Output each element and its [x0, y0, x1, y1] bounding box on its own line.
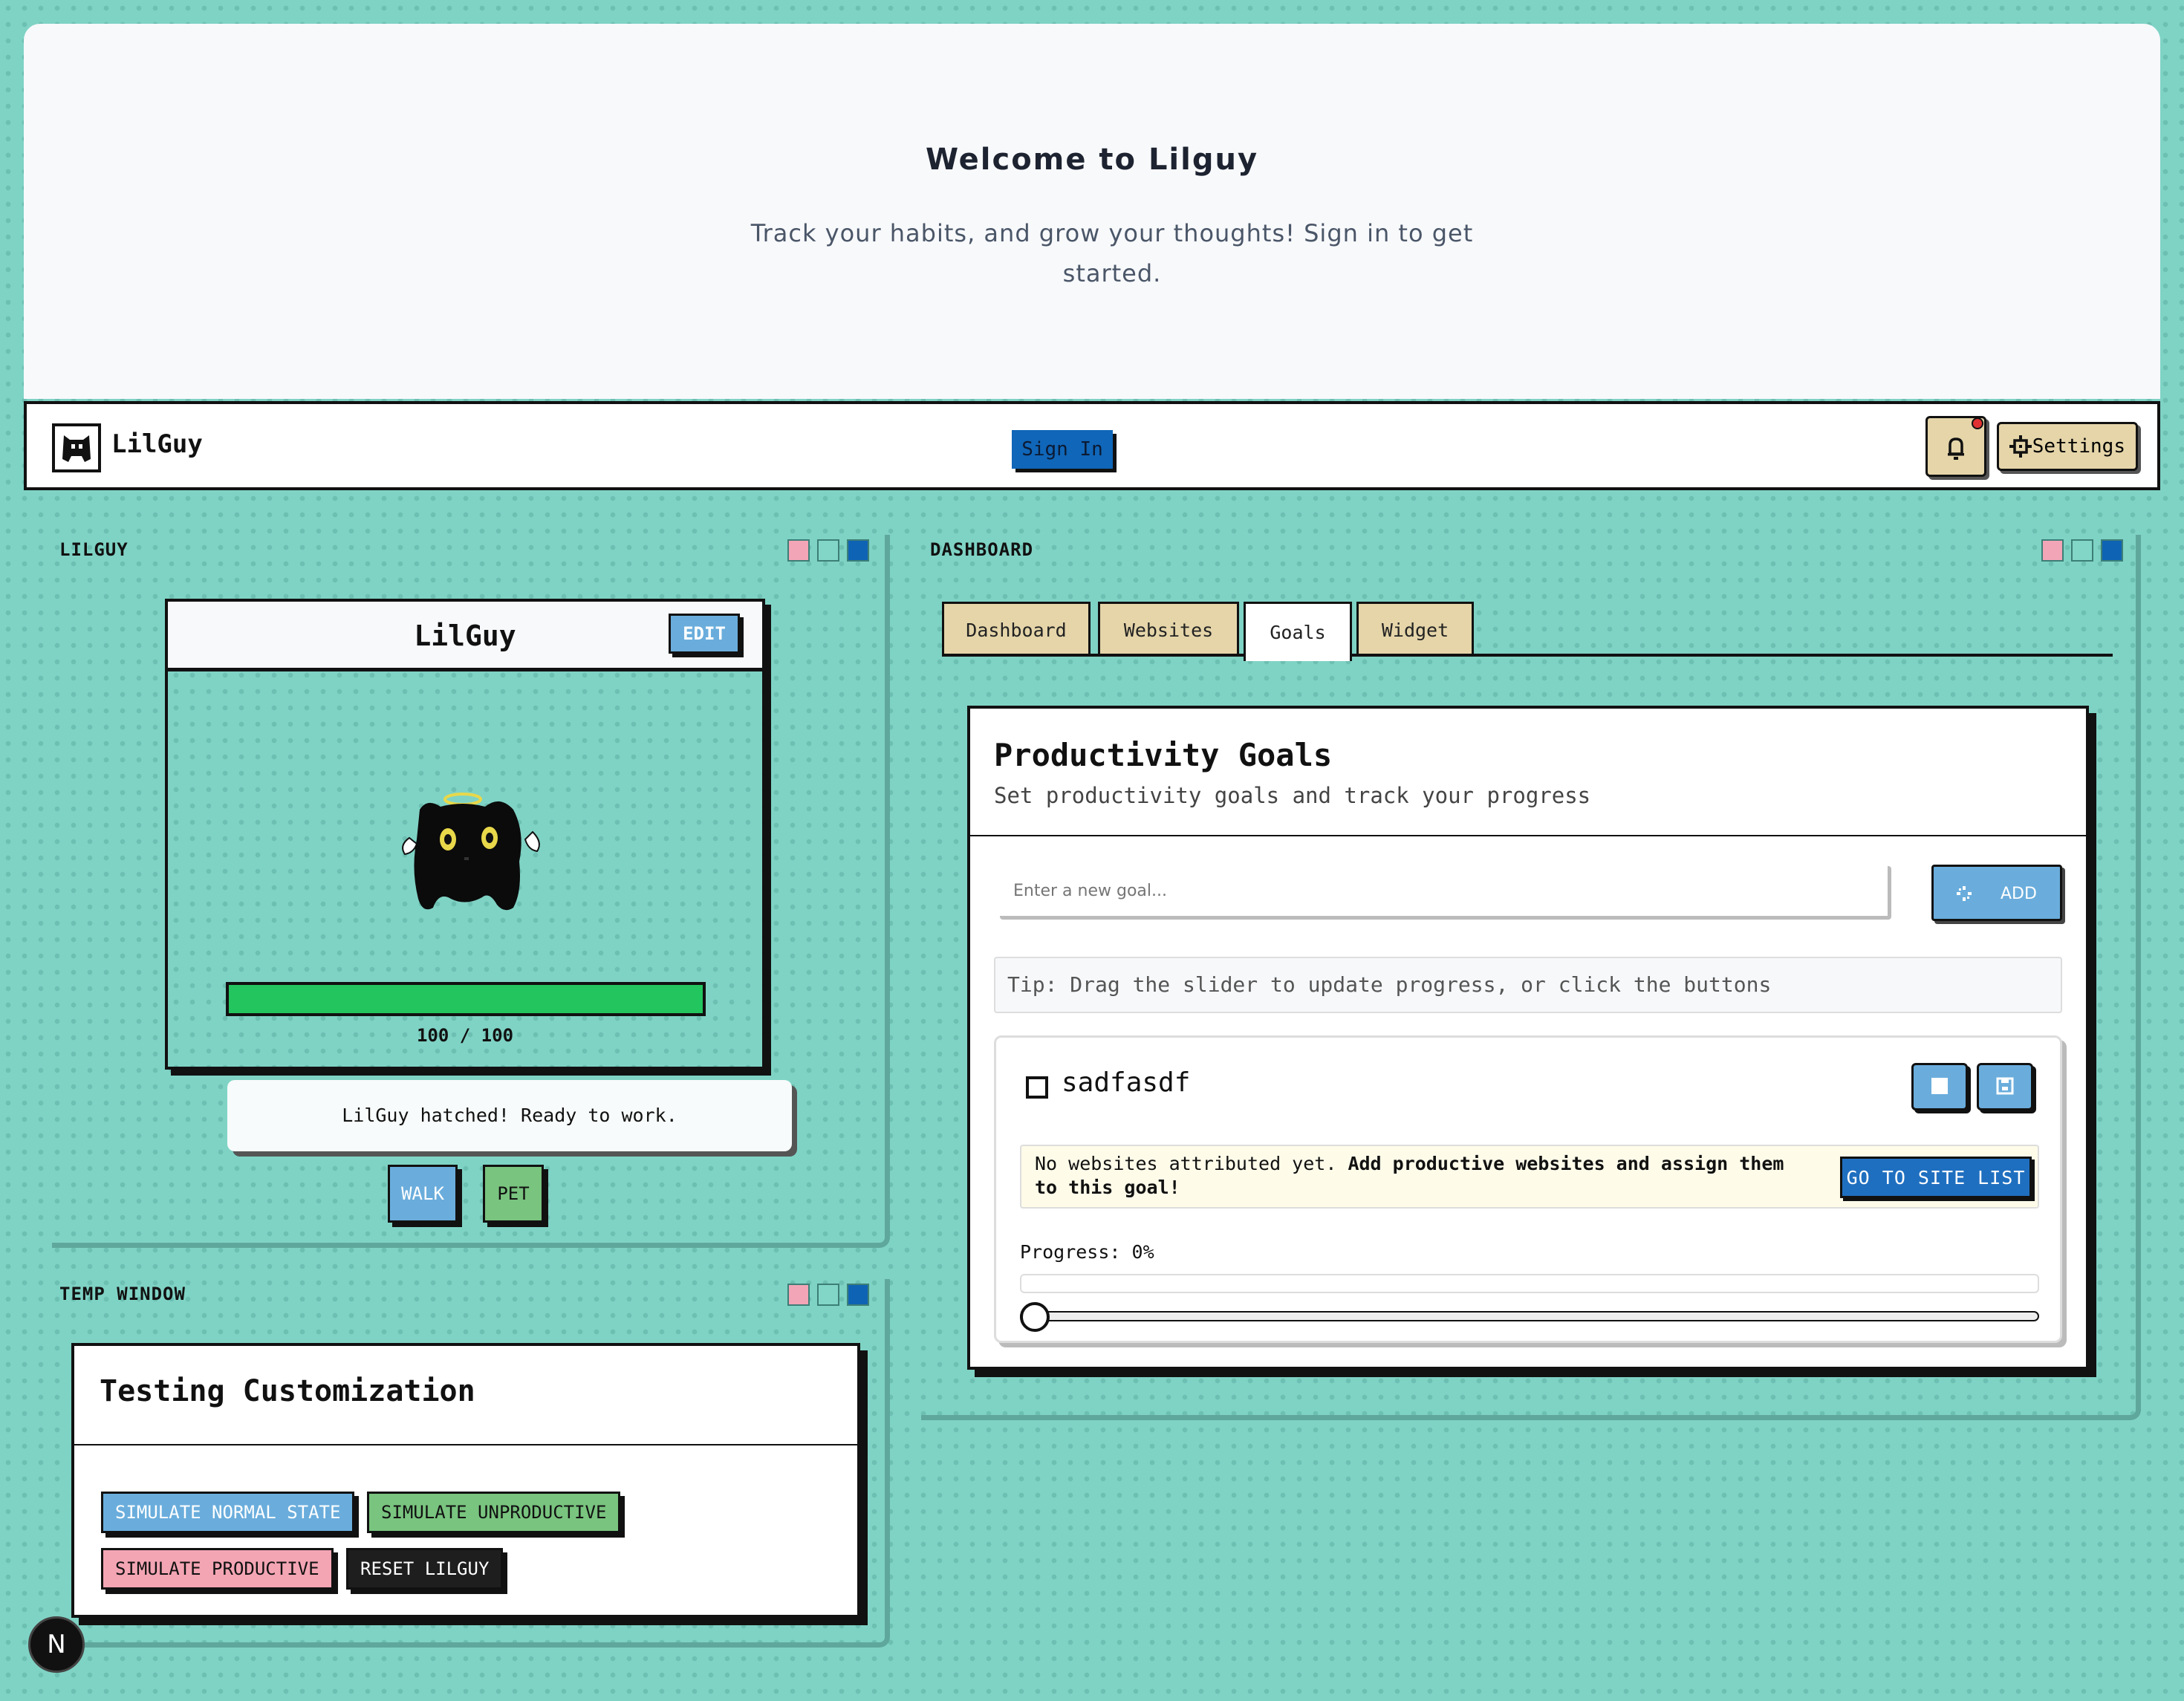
- card-title: Testing Customization: [100, 1374, 475, 1408]
- progress-bar: [1020, 1274, 2039, 1293]
- pet-status-message: LilGuy hatched! Ready to work.: [227, 1080, 792, 1151]
- walk-button[interactable]: WALK: [388, 1165, 458, 1223]
- notification-dot: [1972, 417, 1983, 429]
- welcome-hero: Welcome to Lilguy Track your habits, and…: [24, 24, 2160, 399]
- health-bar-fill: [229, 985, 703, 1013]
- lilguy-pet-card: LilGuy EDIT 100 / 100: [165, 599, 765, 1070]
- save-icon: [1996, 1077, 2014, 1094]
- pet-card-header: LilGuy EDIT: [168, 602, 762, 671]
- window-pink-button[interactable]: [2041, 539, 2064, 562]
- hero-subtitle: Track your habits, and grow your thought…: [750, 219, 1474, 287]
- tip-box: Tip: Drag the slider to update progress,…: [994, 957, 2062, 1013]
- loader-icon: [1957, 886, 1972, 901]
- goal-name: sadfasdf: [1062, 1067, 1191, 1098]
- dashboard-window-title: DASHBOARD: [930, 539, 1034, 560]
- add-label: ADD: [2001, 885, 2037, 903]
- stop-square-icon: [1931, 1077, 1948, 1094]
- tab-underline: [942, 654, 2113, 657]
- divider: [74, 1444, 857, 1445]
- attribution-empty-text: No websites attributed yet.: [1035, 1153, 1337, 1174]
- goal-checkbox[interactable]: [1026, 1076, 1048, 1099]
- divider: [970, 835, 2086, 836]
- new-goal-input[interactable]: [1000, 866, 1891, 920]
- goal-item: sadfasdf No websites attributed yet. Add…: [994, 1035, 2062, 1343]
- window-pink-button[interactable]: [787, 539, 810, 562]
- settings-button[interactable]: Settings: [1997, 422, 2138, 471]
- goals-subtitle: Set productivity goals and track your pr…: [994, 783, 1591, 808]
- window-teal-button[interactable]: [817, 1284, 839, 1306]
- tab-widget[interactable]: Widget: [1356, 602, 1474, 657]
- window-blue-button[interactable]: [847, 539, 869, 562]
- window-teal-button[interactable]: [817, 539, 839, 562]
- progress-label: Progress: 0%: [1020, 1241, 1154, 1263]
- lilguy-pet-image[interactable]: [394, 780, 550, 928]
- progress-slider-thumb[interactable]: [1020, 1302, 1050, 1332]
- bell-icon: [1948, 437, 1964, 460]
- simulate-productive-button[interactable]: SIMULATE PRODUCTIVE: [101, 1548, 334, 1590]
- stop-goal-button[interactable]: [1911, 1063, 1968, 1110]
- sign-in-button[interactable]: Sign In: [1012, 430, 1113, 469]
- progress-slider-track[interactable]: [1020, 1311, 2039, 1321]
- tab-goals[interactable]: Goals: [1244, 602, 1352, 661]
- attribution-notice: No websites attributed yet. Add producti…: [1020, 1145, 2039, 1209]
- window-blue-button[interactable]: [2101, 539, 2123, 562]
- productivity-goals-card: Productivity Goals Set productivity goal…: [967, 706, 2089, 1370]
- window-pink-button[interactable]: [787, 1284, 810, 1306]
- lilguy-logo-icon[interactable]: [52, 423, 101, 472]
- tab-dashboard[interactable]: Dashboard: [942, 602, 1091, 657]
- save-goal-button[interactable]: [1977, 1063, 2033, 1110]
- hero-title: Welcome to Lilguy: [925, 143, 1259, 177]
- dev-tools-badge[interactable]: N: [28, 1616, 85, 1673]
- health-text: 100 / 100: [416, 1025, 514, 1046]
- window-teal-button[interactable]: [2071, 539, 2093, 562]
- go-to-site-list-button[interactable]: GO TO SITE LIST: [1840, 1157, 2032, 1198]
- gear-icon: [2009, 435, 2032, 458]
- navbar: LilGuy Sign In Settings: [24, 401, 2160, 490]
- goals-title: Productivity Goals: [994, 737, 1333, 773]
- pet-button[interactable]: PET: [483, 1165, 544, 1223]
- simulate-normal-button[interactable]: SIMULATE NORMAL STATE: [101, 1492, 355, 1533]
- edit-button[interactable]: EDIT: [669, 614, 740, 654]
- window-blue-button[interactable]: [847, 1284, 869, 1306]
- settings-label: Settings: [2032, 435, 2125, 458]
- testing-customization-card: Testing Customization SIMULATE NORMAL ST…: [71, 1343, 860, 1618]
- lilguy-window-title: LILGUY: [59, 539, 129, 560]
- temp-window-title: TEMP WINDOW: [59, 1284, 186, 1304]
- reset-lilguy-button[interactable]: RESET LILGUY: [346, 1548, 504, 1590]
- app-name[interactable]: LilGuy: [111, 429, 203, 459]
- tab-websites[interactable]: Websites: [1098, 602, 1239, 657]
- add-goal-button[interactable]: ADD: [1931, 865, 2062, 921]
- simulate-unproductive-button[interactable]: SIMULATE UNPRODUCTIVE: [367, 1492, 621, 1533]
- attribution-text: No websites attributed yet. Add producti…: [1035, 1152, 1807, 1200]
- health-bar: [226, 982, 706, 1016]
